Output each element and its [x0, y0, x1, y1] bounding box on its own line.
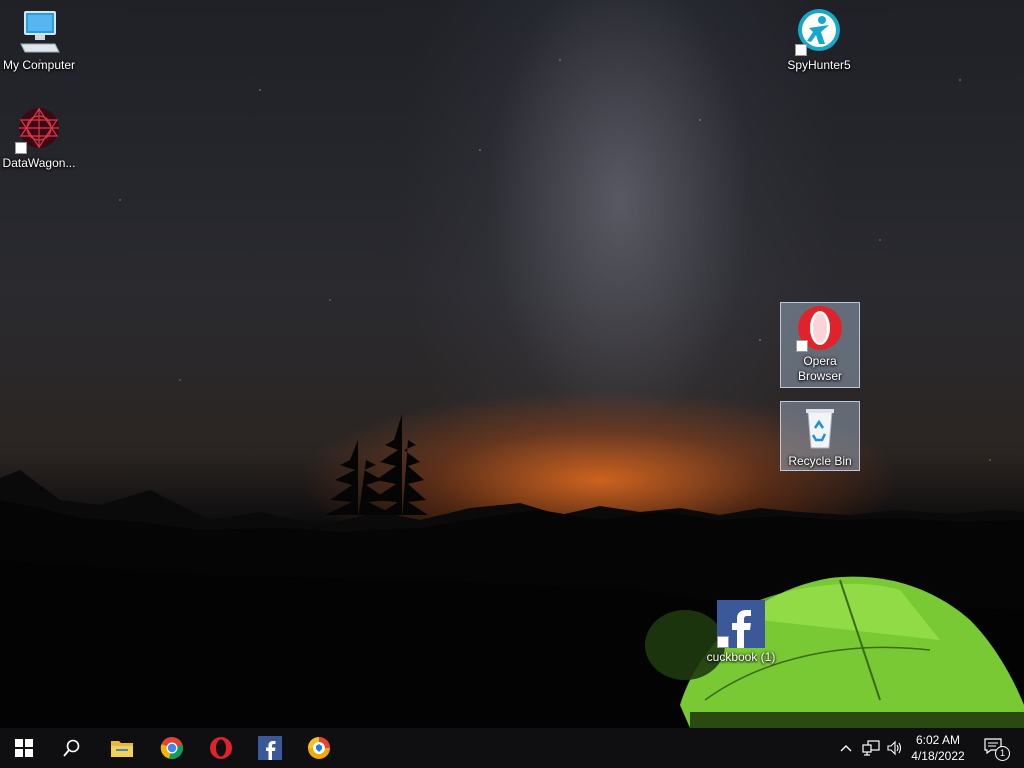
- desktop-icon-label: DataWagon...: [2, 156, 76, 170]
- desktop-wallpaper: [0, 0, 1024, 728]
- desktop-icon-datawagon[interactable]: DataWagon...: [0, 106, 78, 171]
- desktop-icon-label: cuckbook (1): [706, 650, 776, 664]
- network-icon: [862, 740, 880, 756]
- spyhunter-icon: [795, 8, 843, 56]
- windows-logo-icon: [15, 739, 33, 757]
- taskbar-browser[interactable]: [295, 728, 343, 768]
- taskbar-facebook[interactable]: [246, 728, 294, 768]
- desktop-icon-opera-browser[interactable]: Opera Browser: [780, 302, 860, 388]
- taskbar-clock[interactable]: 6:02 AM 4/18/2022: [906, 728, 970, 768]
- facebook-icon: [258, 736, 282, 760]
- shield-browser-icon: [308, 737, 330, 759]
- speaker-icon: [887, 740, 902, 756]
- network-tray-button[interactable]: [860, 728, 882, 768]
- desktop-icon-my-computer[interactable]: My Computer: [0, 8, 78, 73]
- volume-tray-button[interactable]: [884, 728, 906, 768]
- opera-icon: [796, 304, 844, 352]
- clock-date: 4/18/2022: [911, 749, 965, 763]
- search-icon: [63, 739, 80, 757]
- shortcut-arrow-icon: [795, 44, 807, 56]
- search-button[interactable]: [48, 728, 96, 768]
- facebook-icon: [717, 600, 765, 648]
- desktop-icon-spyhunter[interactable]: SpyHunter5: [780, 8, 858, 73]
- desktop-icon-label: SpyHunter5: [787, 58, 851, 72]
- taskbar-opera[interactable]: [197, 728, 245, 768]
- chrome-icon: [160, 736, 183, 759]
- datawagon-icon: [15, 106, 63, 154]
- shortcut-arrow-icon: [717, 636, 729, 648]
- shortcut-arrow-icon: [796, 340, 808, 352]
- show-hidden-icons-button[interactable]: [836, 728, 856, 768]
- taskbar-file-explorer[interactable]: [98, 728, 146, 768]
- desktop-icon-cuckbook[interactable]: cuckbook (1): [702, 600, 780, 665]
- notification-count-badge: 1: [995, 746, 1010, 761]
- taskbar-chrome[interactable]: [148, 728, 196, 768]
- recycle-bin-icon: [796, 404, 844, 452]
- desktop-icon-label: Opera Browser: [797, 354, 842, 383]
- landscape-silhouette: [0, 414, 1024, 728]
- taskbar: 6:02 AM 4/18/2022 1: [0, 728, 1024, 768]
- opera-icon: [210, 737, 232, 759]
- start-button[interactable]: [0, 728, 48, 768]
- folder-icon: [111, 741, 133, 757]
- shortcut-arrow-icon: [15, 142, 27, 154]
- desktop-icon-label: Recycle Bin: [788, 454, 852, 468]
- action-center-button[interactable]: 1: [978, 728, 1012, 768]
- chevron-up-icon: [840, 745, 852, 752]
- desktop-icon-recycle-bin[interactable]: Recycle Bin: [780, 401, 860, 471]
- computer-icon: [15, 8, 63, 56]
- desktop-icon-label: My Computer: [2, 58, 76, 72]
- clock-time: 6:02 AM: [915, 733, 961, 747]
